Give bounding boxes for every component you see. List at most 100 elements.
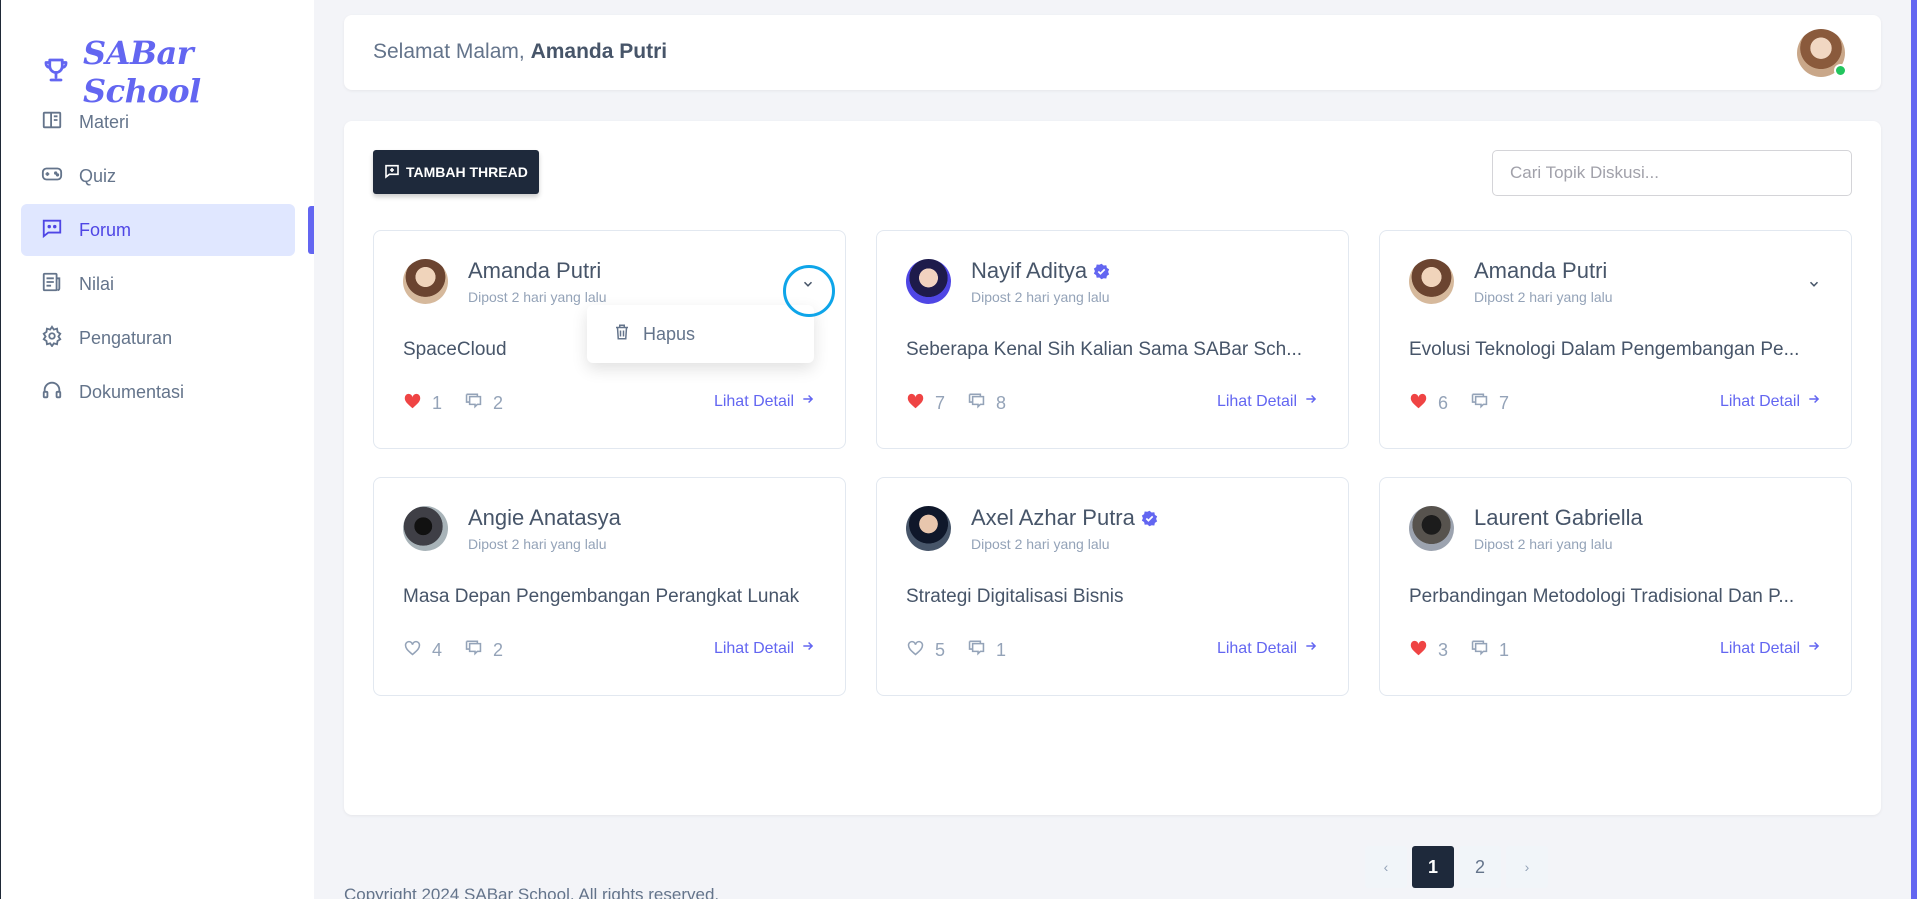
gamepad-icon	[41, 163, 63, 190]
thread-card[interactable]: Nayif Aditya Dipost 2 hari yang lalu Seb…	[876, 230, 1349, 449]
sidebar-item-quiz[interactable]: Quiz	[21, 150, 295, 202]
like-count-value: 4	[432, 639, 443, 660]
comments-icon	[967, 639, 986, 661]
thread-title: Evolusi Teknologi Dalam Pengembangan Pe.…	[1409, 339, 1800, 360]
add-thread-button[interactable]: TAMBAH THREAD	[373, 150, 539, 194]
sidebar-item-label: Quiz	[79, 165, 117, 186]
heart-filled-icon	[1409, 639, 1428, 661]
thread-stats: 1 2	[403, 392, 525, 414]
thread-author: Laurent Gabriella	[1474, 505, 1643, 531]
like-count-value: 1	[432, 392, 443, 413]
thread-author: Axel Azhar Putra	[971, 505, 1158, 531]
author-name: Nayif Aditya	[971, 258, 1088, 283]
greeting-text: Selamat Malam,	[373, 40, 525, 63]
chat-icon	[41, 217, 63, 244]
verified-badge-icon	[1093, 263, 1110, 280]
thread-stats: 6 7	[1409, 392, 1531, 414]
arrow-right-icon	[1807, 392, 1821, 411]
avatar	[403, 259, 448, 304]
page-button-1[interactable]: 1	[1412, 846, 1454, 888]
avatar	[1409, 506, 1454, 551]
like-count[interactable]: 7	[906, 392, 945, 414]
like-count[interactable]: 4	[403, 639, 442, 661]
comment-count: 2	[464, 392, 503, 414]
thread-title: Perbandingan Metodologi Tradisional Dan …	[1409, 586, 1795, 607]
verified-badge-icon	[1141, 510, 1158, 527]
thread-time: Dipost 2 hari yang lalu	[971, 289, 1110, 305]
arrow-right-icon	[1304, 392, 1318, 411]
comment-count-value: 2	[493, 392, 504, 413]
like-count[interactable]: 3	[1409, 639, 1448, 661]
comments-icon	[464, 639, 483, 661]
view-detail-label: Lihat Detail	[1719, 639, 1800, 657]
next-page-button[interactable]: ›	[1506, 846, 1548, 888]
thread-card[interactable]: Amanda Putri Dipost 2 hari yang lalu Evo…	[1379, 230, 1852, 449]
active-indicator	[308, 206, 314, 254]
report-icon	[41, 271, 63, 298]
thread-stats: 3 1	[1409, 639, 1531, 661]
chevron-down-icon[interactable]	[1807, 277, 1821, 296]
prev-page-button[interactable]: ‹	[1365, 846, 1407, 888]
pagination: ‹ 1 2 ›	[1365, 846, 1548, 888]
thread-title: Strategi Digitalisasi Bisnis	[906, 586, 1124, 607]
comment-count-value: 7	[1499, 392, 1510, 413]
page-button-2[interactable]: 2	[1459, 846, 1501, 888]
view-detail-link[interactable]: Lihat Detail	[714, 639, 815, 658]
arrow-right-icon	[801, 639, 815, 658]
sidebar-item-nilai[interactable]: Nilai	[21, 258, 295, 310]
comments-icon	[967, 392, 986, 414]
view-detail-label: Lihat Detail	[713, 392, 794, 410]
view-detail-link[interactable]: Lihat Detail	[1720, 639, 1821, 658]
comment-count-value: 1	[996, 639, 1007, 660]
avatar	[906, 259, 951, 304]
headset-icon	[41, 379, 63, 406]
arrow-right-icon	[801, 392, 815, 411]
gear-icon	[41, 324, 63, 352]
delete-menu-item[interactable]: Hapus	[643, 324, 695, 345]
thread-card[interactable]: Axel Azhar Putra Dipost 2 hari yang lalu…	[876, 477, 1349, 696]
heart-filled-icon	[403, 392, 422, 414]
view-detail-link[interactable]: Lihat Detail	[1217, 639, 1318, 658]
sidebar-item-forum[interactable]: Forum	[21, 204, 295, 256]
online-status-dot	[1834, 64, 1847, 77]
sidebar-item-label: Nilai	[79, 273, 115, 294]
thread-author: Nayif Aditya	[971, 258, 1110, 284]
sidebar-item-materi[interactable]: Materi	[21, 96, 295, 148]
arrow-right-icon	[1304, 639, 1318, 658]
book-icon	[41, 109, 63, 136]
heart-outline-icon	[403, 639, 422, 661]
thread-time: Dipost 2 hari yang lalu	[1474, 536, 1613, 552]
view-detail-link[interactable]: Lihat Detail	[714, 392, 815, 411]
add-thread-label: TAMBAH THREAD	[406, 164, 528, 180]
sidebar-item-dokumentasi[interactable]: Dokumentasi	[21, 366, 295, 418]
comment-count: 7	[1470, 392, 1509, 414]
like-count[interactable]: 1	[403, 392, 442, 414]
view-detail-link[interactable]: Lihat Detail	[1217, 392, 1318, 411]
like-count-value: 6	[1438, 392, 1449, 413]
thread-title: Masa Depan Pengembangan Perangkat Lunak	[403, 586, 800, 607]
arrow-right-icon	[1807, 639, 1821, 658]
thread-stats: 4 2	[403, 639, 525, 661]
like-count-value: 5	[935, 639, 946, 660]
avatar	[403, 506, 448, 551]
scroll-accent	[1911, 0, 1917, 899]
greeting: Selamat Malam, Amanda Putri	[373, 40, 667, 64]
user-name: Amanda Putri	[530, 40, 668, 63]
forum-panel: TAMBAH THREAD Amanda Putri Dipost 2 hari…	[344, 121, 1881, 888]
sidebar-nav: Materi Quiz Forum Nilai Pengaturan Dokum…	[21, 96, 295, 420]
view-detail-label: Lihat Detail	[1719, 392, 1800, 410]
like-count[interactable]: 5	[906, 639, 945, 661]
thread-actions-menu: Hapus	[587, 305, 814, 363]
like-count[interactable]: 6	[1409, 392, 1448, 414]
trophy-icon	[41, 55, 71, 90]
heart-outline-icon	[906, 639, 925, 661]
comment-count: 8	[967, 392, 1006, 414]
author-name: Axel Azhar Putra	[971, 505, 1135, 530]
sidebar-item-pengaturan[interactable]: Pengaturan	[21, 312, 295, 364]
footer-copyright: Copyright 2024 SABar School. All rights …	[344, 885, 720, 899]
search-input[interactable]	[1492, 150, 1852, 196]
thread-card[interactable]: Angie Anatasya Dipost 2 hari yang lalu M…	[373, 477, 846, 696]
thread-card[interactable]: Laurent Gabriella Dipost 2 hari yang lal…	[1379, 477, 1852, 696]
heart-filled-icon	[906, 392, 925, 414]
view-detail-link[interactable]: Lihat Detail	[1720, 392, 1821, 411]
